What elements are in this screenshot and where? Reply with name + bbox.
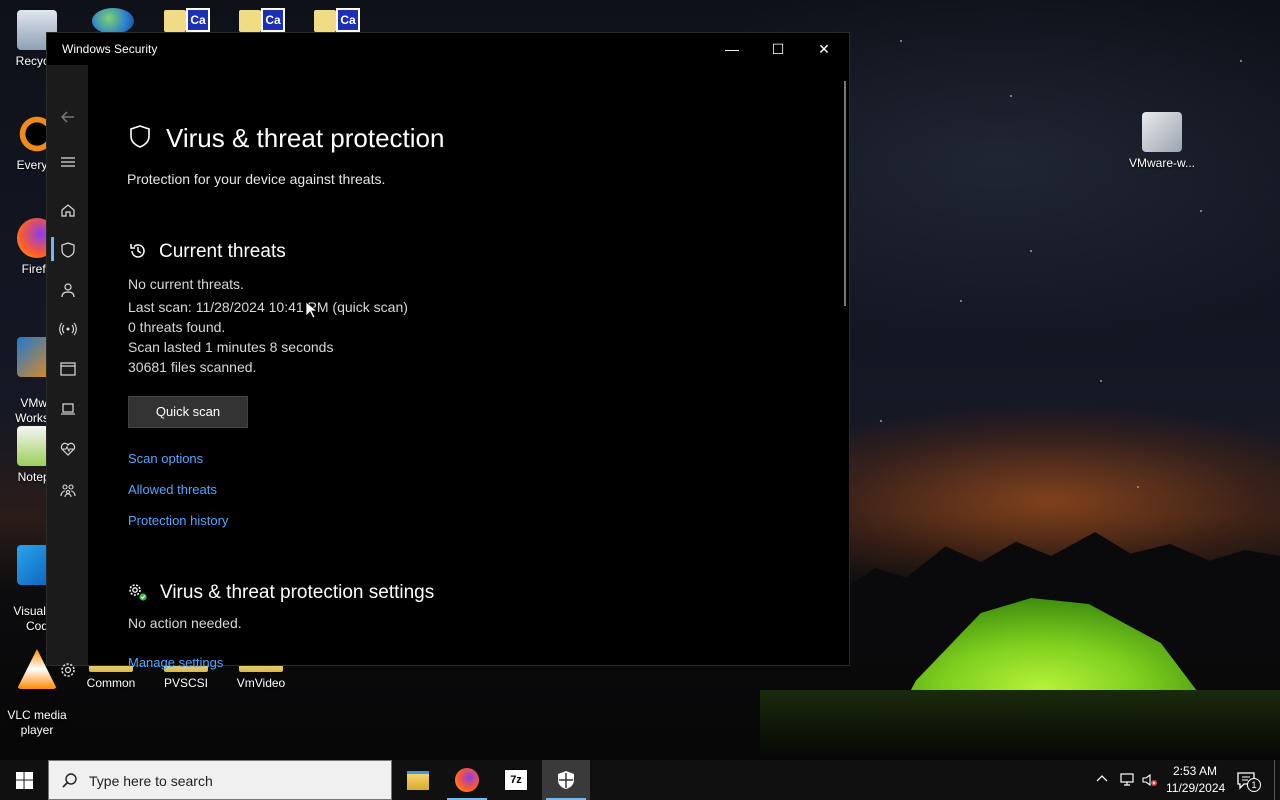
allowed-threats-link[interactable]: Allowed threats [128, 482, 217, 497]
folder-icon [164, 10, 186, 32]
action-center-button[interactable]: 1 [1236, 770, 1261, 792]
taskbar-windows-security[interactable] [542, 760, 590, 800]
account-protection-icon[interactable] [47, 275, 88, 305]
page-subtitle: Protection for your device against threa… [127, 171, 386, 187]
clock-date: 11/29/2024 [1166, 781, 1226, 795]
start-button[interactable] [0, 760, 48, 800]
navigation-rail [47, 65, 88, 677]
content-pane: Virus & threat protection Protection for… [88, 65, 849, 670]
clock-time: 2:53 AM [1172, 764, 1218, 778]
hamburger-menu-icon[interactable] [47, 147, 88, 177]
desktop-icon-vmware-tools[interactable]: VMware-w... [1124, 112, 1200, 171]
family-options-icon[interactable] [47, 475, 88, 505]
title-bar[interactable]: Windows Security — ☐ ✕ [47, 33, 849, 65]
vmware-tools-installer-icon [1142, 112, 1182, 152]
current-threats-heading: Current threats [159, 241, 286, 262]
show-desktop-button[interactable] [1274, 760, 1280, 800]
search-icon [61, 772, 79, 790]
maximize-button[interactable]: ☐ [755, 33, 801, 65]
desktop-folder-ca[interactable]: Ca [239, 8, 285, 34]
seven-zip-icon: 7z [504, 769, 528, 791]
manage-settings-link[interactable]: Manage settings [128, 655, 223, 670]
folder-icon [239, 10, 261, 32]
system-clock[interactable]: 2:53 AM 11/29/2024 [1166, 763, 1226, 797]
network-icon[interactable] [1118, 772, 1136, 788]
threat-status: No current threats. [128, 276, 244, 292]
shield-icon [127, 124, 153, 150]
settings-gear-icon[interactable] [47, 655, 88, 685]
file-explorer-icon [407, 770, 429, 790]
scan-options-link[interactable]: Scan options [128, 451, 203, 466]
mouse-cursor [305, 301, 319, 319]
desktop-folder-ca[interactable]: Ca [164, 8, 210, 34]
close-button[interactable]: ✕ [801, 33, 847, 65]
history-clock-icon [128, 241, 148, 261]
taskbar: Type here to search 7z 2:53 AM 11/29/202… [0, 760, 1280, 800]
minimize-button[interactable]: — [709, 33, 755, 65]
ground [760, 690, 1280, 760]
shield-icon[interactable] [47, 235, 88, 265]
quick-scan-button[interactable]: Quick scan [128, 396, 248, 428]
windows-security-window: Windows Security — ☐ ✕ Virus & threat pr… [47, 33, 849, 677]
device-health-heart-icon[interactable] [47, 434, 88, 464]
windows-logo-icon [15, 771, 33, 789]
settings-status: No action needed. [128, 615, 242, 631]
files-scanned: 30681 files scanned. [128, 359, 257, 375]
scrollbar[interactable] [844, 81, 846, 306]
show-hidden-icons-chevron-icon[interactable] [1095, 772, 1109, 786]
desktop-folder-ca[interactable]: Ca [314, 8, 360, 34]
back-arrow-icon[interactable] [47, 102, 88, 132]
app-browser-control-icon[interactable] [47, 354, 88, 384]
scan-duration: Scan lasted 1 minutes 8 seconds [128, 339, 334, 355]
globe-icon[interactable] [92, 8, 134, 34]
search-placeholder: Type here to search [89, 773, 213, 789]
notification-count-badge: 1 [1247, 778, 1261, 792]
taskbar-search-box[interactable]: Type here to search [48, 760, 392, 800]
taskbar-firefox[interactable] [443, 760, 491, 800]
security-shield-icon [558, 771, 574, 789]
folder-icon [314, 10, 336, 32]
network-wireless-icon[interactable] [47, 314, 88, 344]
volume-muted-icon[interactable] [1141, 772, 1159, 788]
settings-gears-icon [128, 583, 150, 603]
device-security-icon[interactable] [47, 394, 88, 424]
settings-heading: Virus & threat protection settings [160, 582, 435, 603]
home-icon[interactable] [47, 195, 88, 225]
protection-history-link[interactable]: Protection history [128, 513, 228, 528]
taskbar-7zip[interactable]: 7z [492, 760, 540, 800]
taskbar-file-explorer[interactable] [394, 760, 442, 800]
page-title: Virus & threat protection [166, 123, 445, 153]
firefox-icon [455, 768, 479, 792]
threats-found: 0 threats found. [128, 319, 226, 335]
window-title: Windows Security [62, 42, 158, 56]
last-scan: Last scan: 11/28/2024 10:41 PM (quick sc… [128, 299, 408, 315]
